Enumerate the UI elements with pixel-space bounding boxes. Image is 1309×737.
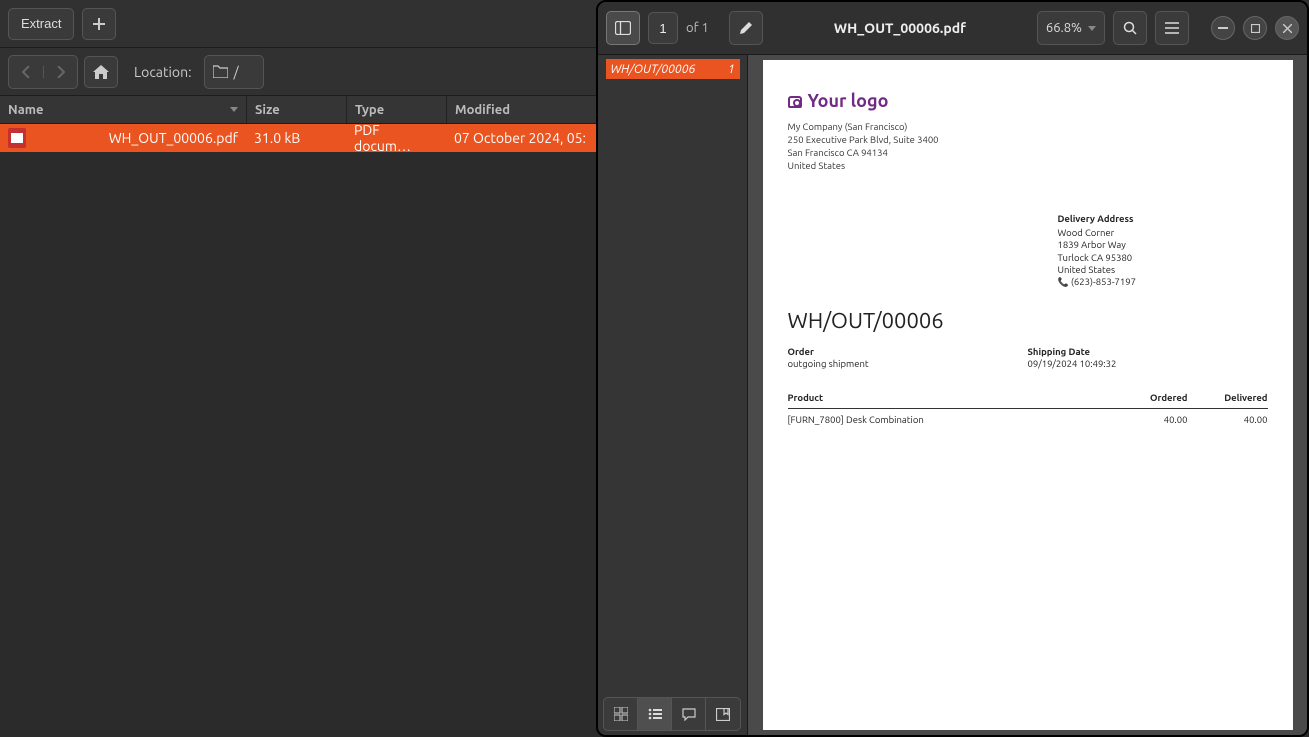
td-delivered: 40.00 [1188,414,1268,426]
annotations-mode-button[interactable] [672,698,706,730]
camera-icon [788,96,802,108]
pencil-icon [739,21,753,35]
thumbnails-mode-button[interactable] [604,698,638,730]
table-row: [FURN_7800] Desk Combination 40.00 40.00 [788,409,1268,426]
close-button[interactable] [1275,16,1299,40]
logo: Your logo [788,90,1268,113]
meta-row: Order outgoing shipment Shipping Date 09… [788,346,1268,371]
comment-icon [682,708,696,721]
pdf-page: Your logo My Company (San Francisco) 250… [763,60,1293,730]
minimize-icon [1218,27,1228,29]
sidebar-mode-toolbar [603,697,741,731]
minimize-button[interactable] [1211,16,1235,40]
document-title: WH_OUT_00006.pdf [771,20,1029,36]
folder-icon [213,65,228,78]
thumbnail-item[interactable]: WH/OUT/00006 1 [606,59,740,79]
pdf-viewer-window: of 1 WH_OUT_00006.pdf 66.8% WH/OUT [596,0,1309,737]
th-delivered: Delivered [1188,392,1268,404]
td-ordered: 40.00 [1118,414,1188,426]
page-number-input[interactable] [648,12,678,44]
order-value: outgoing shipment [788,358,1028,370]
page-viewport[interactable]: Your logo My Company (San Francisco) 250… [748,55,1307,735]
bookmark-panel-icon [716,708,730,721]
chevron-down-icon [1088,26,1096,31]
logo-text: Your logo [808,90,889,113]
back-button[interactable] [9,66,43,78]
home-icon [93,65,109,79]
location-path[interactable]: / [204,55,264,89]
pdf-file-icon [8,128,26,148]
grid-icon [614,707,628,721]
page-total: of 1 [686,21,709,35]
thumbnail-page: 1 [728,63,735,76]
delivery-address: Delivery Address Wood Corner 1839 Arbor … [1058,213,1268,289]
td-product: [FURN_7800] Desk Combination [788,414,1118,426]
products-table: Product Ordered Delivered [FURN_7800] De… [788,392,1268,426]
shipping-value: 09/19/2024 10:49:32 [1028,358,1268,370]
maximize-button[interactable] [1243,16,1267,40]
sidebar-icon [615,21,631,35]
forward-button[interactable] [43,66,77,78]
search-icon [1123,21,1137,35]
plus-icon [93,18,105,30]
search-button[interactable] [1113,11,1147,45]
zoom-dropdown[interactable]: 66.8% [1037,11,1105,45]
th-ordered: Ordered [1118,392,1188,404]
file-size: 31.0 kB [246,124,346,152]
thumbnail-sidebar: WH/OUT/00006 1 [598,55,748,735]
document-number: WH/OUT/00006 [788,307,1268,336]
list-icon [648,708,662,720]
order-label: Order [788,346,1028,358]
outline-mode-button[interactable] [638,698,672,730]
bookmarks-mode-button[interactable] [706,698,740,730]
col-header-type[interactable]: Type [346,96,446,123]
nav-arrows [8,55,78,89]
maximize-icon [1251,24,1260,33]
add-button[interactable] [82,8,116,40]
shipping-label: Shipping Date [1028,346,1268,358]
col-header-name[interactable]: Name [0,96,246,123]
hamburger-icon [1165,22,1179,34]
thumbnail-label: WH/OUT/00006 [611,63,696,76]
zoom-value: 66.8% [1046,21,1082,35]
annotate-button[interactable] [729,11,763,45]
viewer-toolbar: of 1 WH_OUT_00006.pdf 66.8% [598,2,1307,55]
chevron-left-icon [22,66,30,78]
sidebar-toggle-button[interactable] [606,11,640,45]
file-type: PDF docum… [346,124,446,152]
sort-indicator-icon [230,107,238,112]
th-product: Product [788,392,1118,404]
phone-icon: 📞 [1058,277,1069,287]
close-icon [1283,24,1292,33]
file-name: WH_OUT_00006.pdf [109,130,238,146]
chevron-right-icon [57,66,65,78]
extract-button[interactable]: Extract [8,8,74,40]
home-button[interactable] [84,56,118,88]
path-text: / [234,64,239,80]
location-label: Location: [134,64,192,80]
menu-button[interactable] [1155,11,1189,45]
company-address: My Company (San Francisco) 250 Executive… [788,121,1268,172]
col-header-size[interactable]: Size [246,96,346,123]
